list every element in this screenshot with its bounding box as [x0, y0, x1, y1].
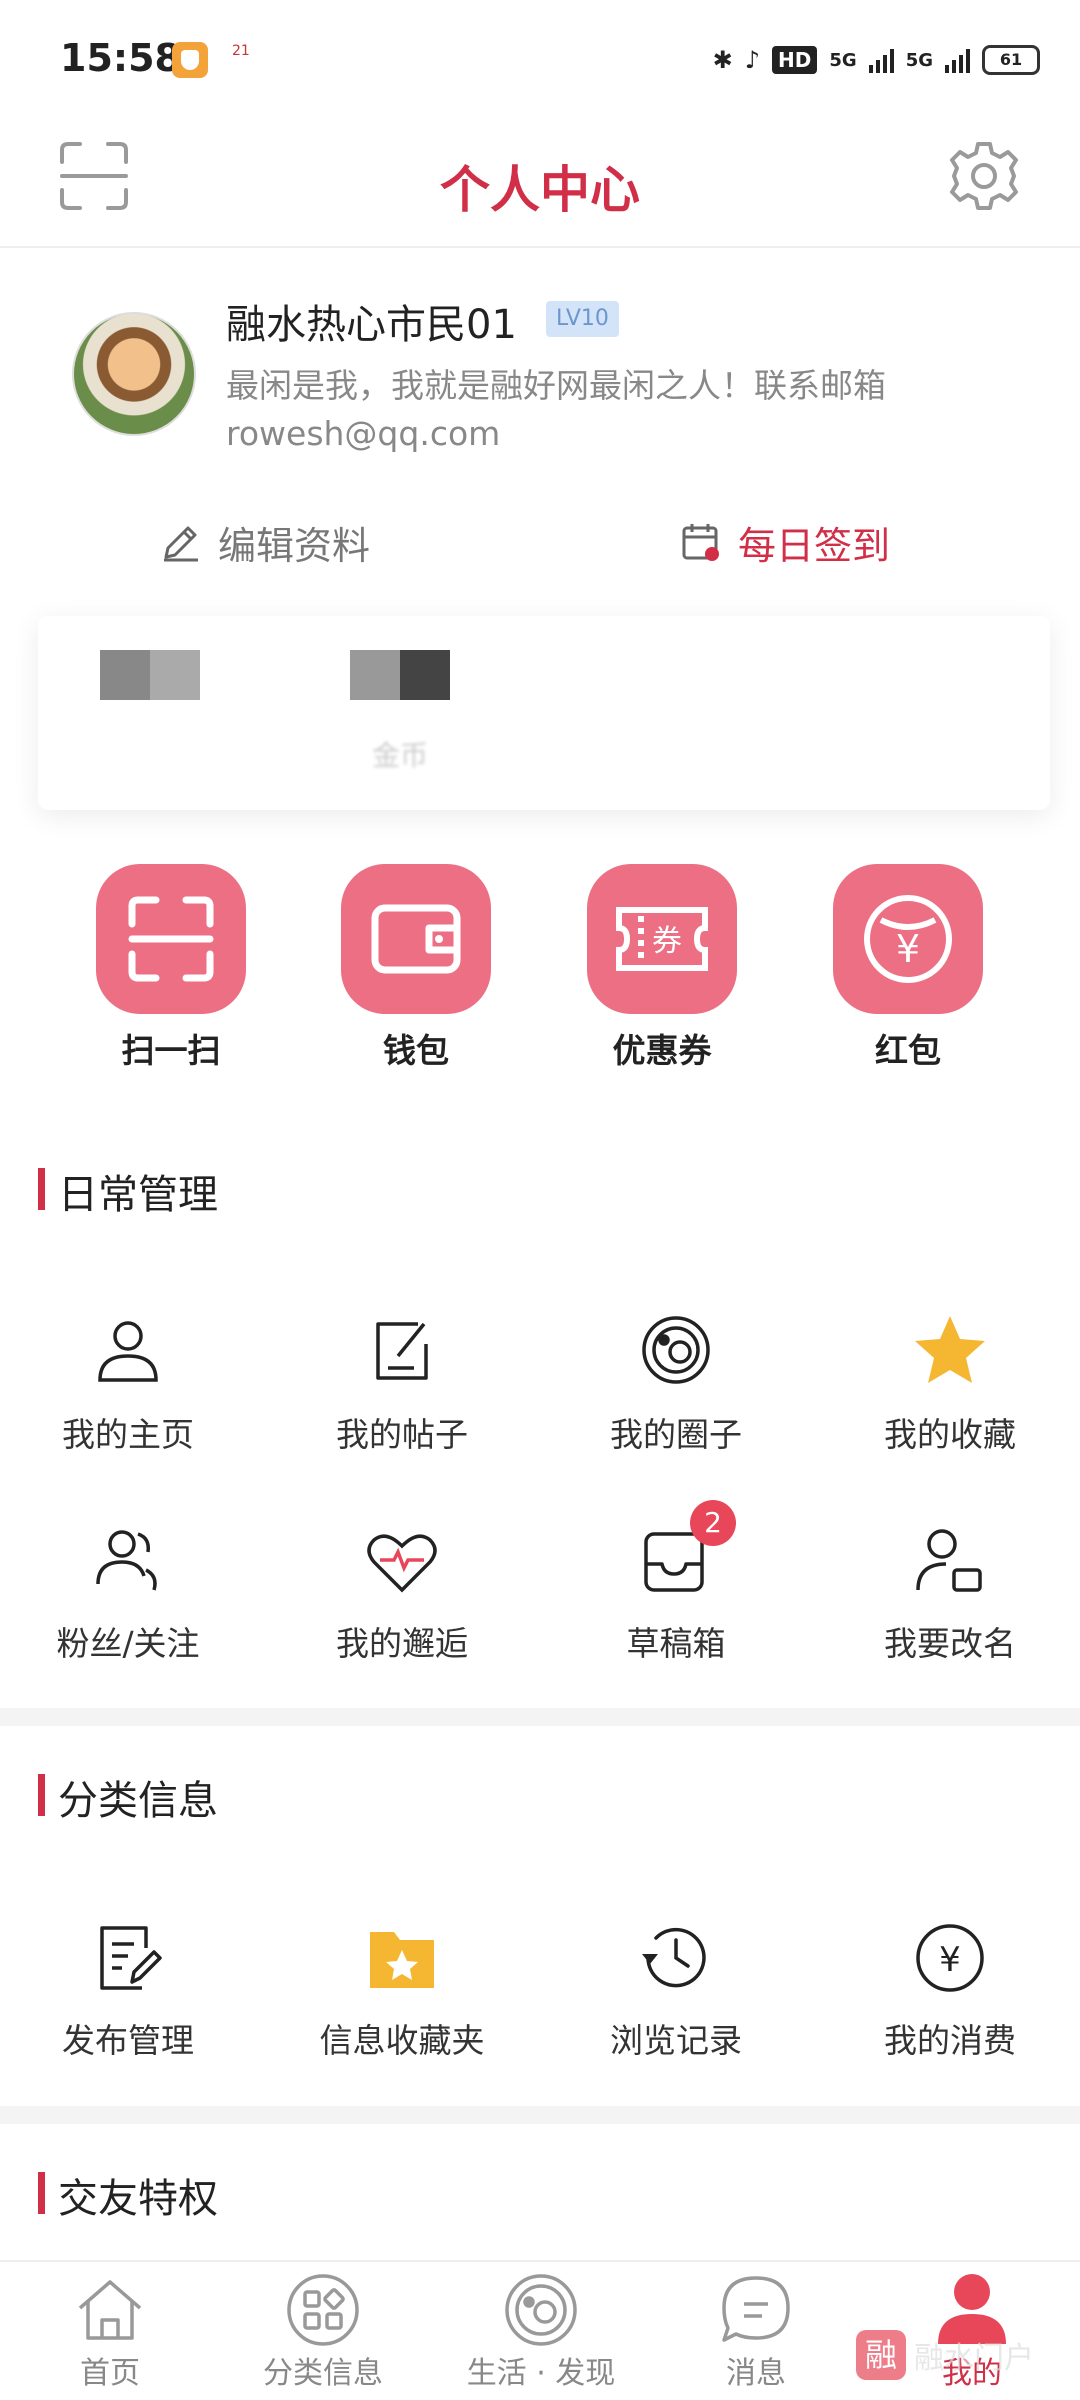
coupon-icon: 券	[616, 907, 708, 971]
fans-follow-label[interactable]: 粉丝/关注	[0, 1617, 263, 1665]
pencil-icon	[164, 526, 198, 562]
rename-label[interactable]: 我要改名	[815, 1617, 1080, 1665]
scan-quick-label: 扫一扫	[121, 1031, 221, 1070]
blurred-stat-value	[100, 650, 200, 700]
battery-icon: 61	[982, 45, 1040, 75]
red-packet-label: 红包	[875, 1031, 941, 1070]
coupon-button[interactable]: 券	[587, 864, 737, 1014]
rename-icon[interactable]	[910, 1520, 990, 1600]
drafts-label[interactable]: 草稿箱	[541, 1617, 811, 1665]
yuan-icon[interactable]: ¥	[910, 1918, 990, 1998]
notification-app-icon	[172, 42, 208, 78]
nav-category-label[interactable]: 分类信息	[223, 2348, 423, 2392]
nav-discover[interactable]	[503, 2272, 579, 2352]
notification-badge-text: 21	[232, 43, 250, 59]
level-badge: LV10	[546, 301, 619, 337]
red-packet-icon: ¥	[864, 895, 952, 983]
nav-home[interactable]	[72, 2272, 148, 2352]
my-posts-label[interactable]: 我的帖子	[267, 1408, 537, 1456]
status-icons: ✱ ♪ HD 5G 5G 61	[713, 40, 1040, 80]
scan-icon	[128, 896, 214, 982]
watermark-logo: 融	[856, 2330, 906, 2380]
section-title-classified: 分类信息	[58, 1778, 218, 1824]
scan-quick-button[interactable]	[96, 864, 246, 1014]
category-icon	[287, 2274, 359, 2346]
my-homepage-label[interactable]: 我的主页	[0, 1408, 263, 1456]
draft-count-badge: 2	[690, 1500, 736, 1546]
coupon-glyph: 券	[652, 924, 682, 959]
yuan-glyph: ¥	[939, 1940, 961, 1980]
avatar[interactable]	[72, 312, 196, 436]
section-accent-bar	[38, 1168, 45, 1210]
history-icon[interactable]	[636, 1918, 716, 1998]
status-time: 15:58	[60, 36, 181, 80]
stats-card	[38, 616, 1050, 810]
watermark-text: 融水门户	[914, 2341, 1034, 2376]
page-title: 个人中心	[440, 161, 640, 219]
heart-icon[interactable]	[362, 1520, 442, 1600]
music-mute-icon: ♪	[744, 46, 761, 74]
section-title-daily: 日常管理	[58, 1172, 218, 1218]
nav-category[interactable]	[285, 2272, 361, 2352]
wallet-button[interactable]	[341, 864, 491, 1014]
network-label-2: 5G	[905, 49, 933, 71]
signal-icon	[945, 47, 970, 73]
section-accent-bar	[38, 2172, 45, 2214]
signal-icon	[868, 47, 894, 73]
discover-icon	[505, 2274, 577, 2346]
nav-discover-label[interactable]: 生活 · 发现	[441, 2348, 641, 2392]
status-bar: 15:58 21 ✱ ♪ HD 5G 5G 61	[0, 0, 1080, 120]
red-packet-button[interactable]: ¥	[833, 864, 983, 1014]
my-circle-label[interactable]: 我的圈子	[541, 1408, 811, 1456]
my-encounter-label[interactable]: 我的邂逅	[267, 1617, 537, 1665]
username: 融水热心市民01	[226, 302, 517, 348]
nav-message[interactable]	[718, 2272, 794, 2352]
blurred-stat-label: 金币	[372, 739, 429, 772]
fans-icon[interactable]	[88, 1520, 168, 1600]
info-favorites-label[interactable]: 信息收藏夹	[267, 2014, 537, 2062]
network-label-1: 5G	[829, 49, 857, 71]
watermark: 融 融水门户	[856, 2330, 1034, 2380]
edit-profile-label: 编辑资料	[218, 523, 371, 568]
nav-home-label[interactable]: 首页	[10, 2348, 210, 2392]
circle-icon[interactable]	[636, 1310, 716, 1390]
red-packet-glyph: ¥	[896, 927, 920, 971]
blurred-stat-value	[350, 650, 450, 700]
star-icon[interactable]	[910, 1310, 990, 1390]
home-icon	[78, 2280, 142, 2340]
edit-profile-button[interactable]: 编辑资料	[160, 514, 370, 570]
gear-icon[interactable]	[948, 140, 1020, 212]
user-icon[interactable]	[88, 1310, 168, 1390]
daily-sign-in-label: 每日签到	[738, 523, 891, 568]
message-icon	[722, 2276, 790, 2342]
section-title-friends: 交友特权	[58, 2176, 218, 2222]
bluetooth-icon: ✱	[712, 46, 733, 74]
user-bio: 最闲是我，我就是融好网最闲之人！联系邮箱rowesh@qq.com	[226, 366, 886, 453]
coupon-label: 优惠券	[612, 1031, 712, 1070]
daily-sign-in-button[interactable]: 每日签到	[680, 514, 890, 570]
section-divider	[0, 2106, 1080, 2124]
section-divider	[0, 1708, 1080, 1726]
wallet-icon	[371, 904, 461, 974]
hd-icon: HD	[772, 46, 818, 74]
calendar-icon	[682, 524, 719, 561]
my-favorites-label[interactable]: 我的收藏	[815, 1408, 1080, 1456]
browse-history-label[interactable]: 浏览记录	[541, 2014, 811, 2062]
nav-message-label[interactable]: 消息	[656, 2348, 856, 2392]
folder-star-icon[interactable]	[362, 1918, 442, 1998]
wallet-label: 钱包	[383, 1031, 449, 1070]
section-accent-bar	[38, 1774, 45, 1816]
publish-icon[interactable]	[88, 1918, 168, 1998]
my-spending-label[interactable]: 我的消费	[815, 2014, 1080, 2062]
post-icon[interactable]	[362, 1310, 442, 1390]
publish-manage-label[interactable]: 发布管理	[0, 2014, 263, 2062]
